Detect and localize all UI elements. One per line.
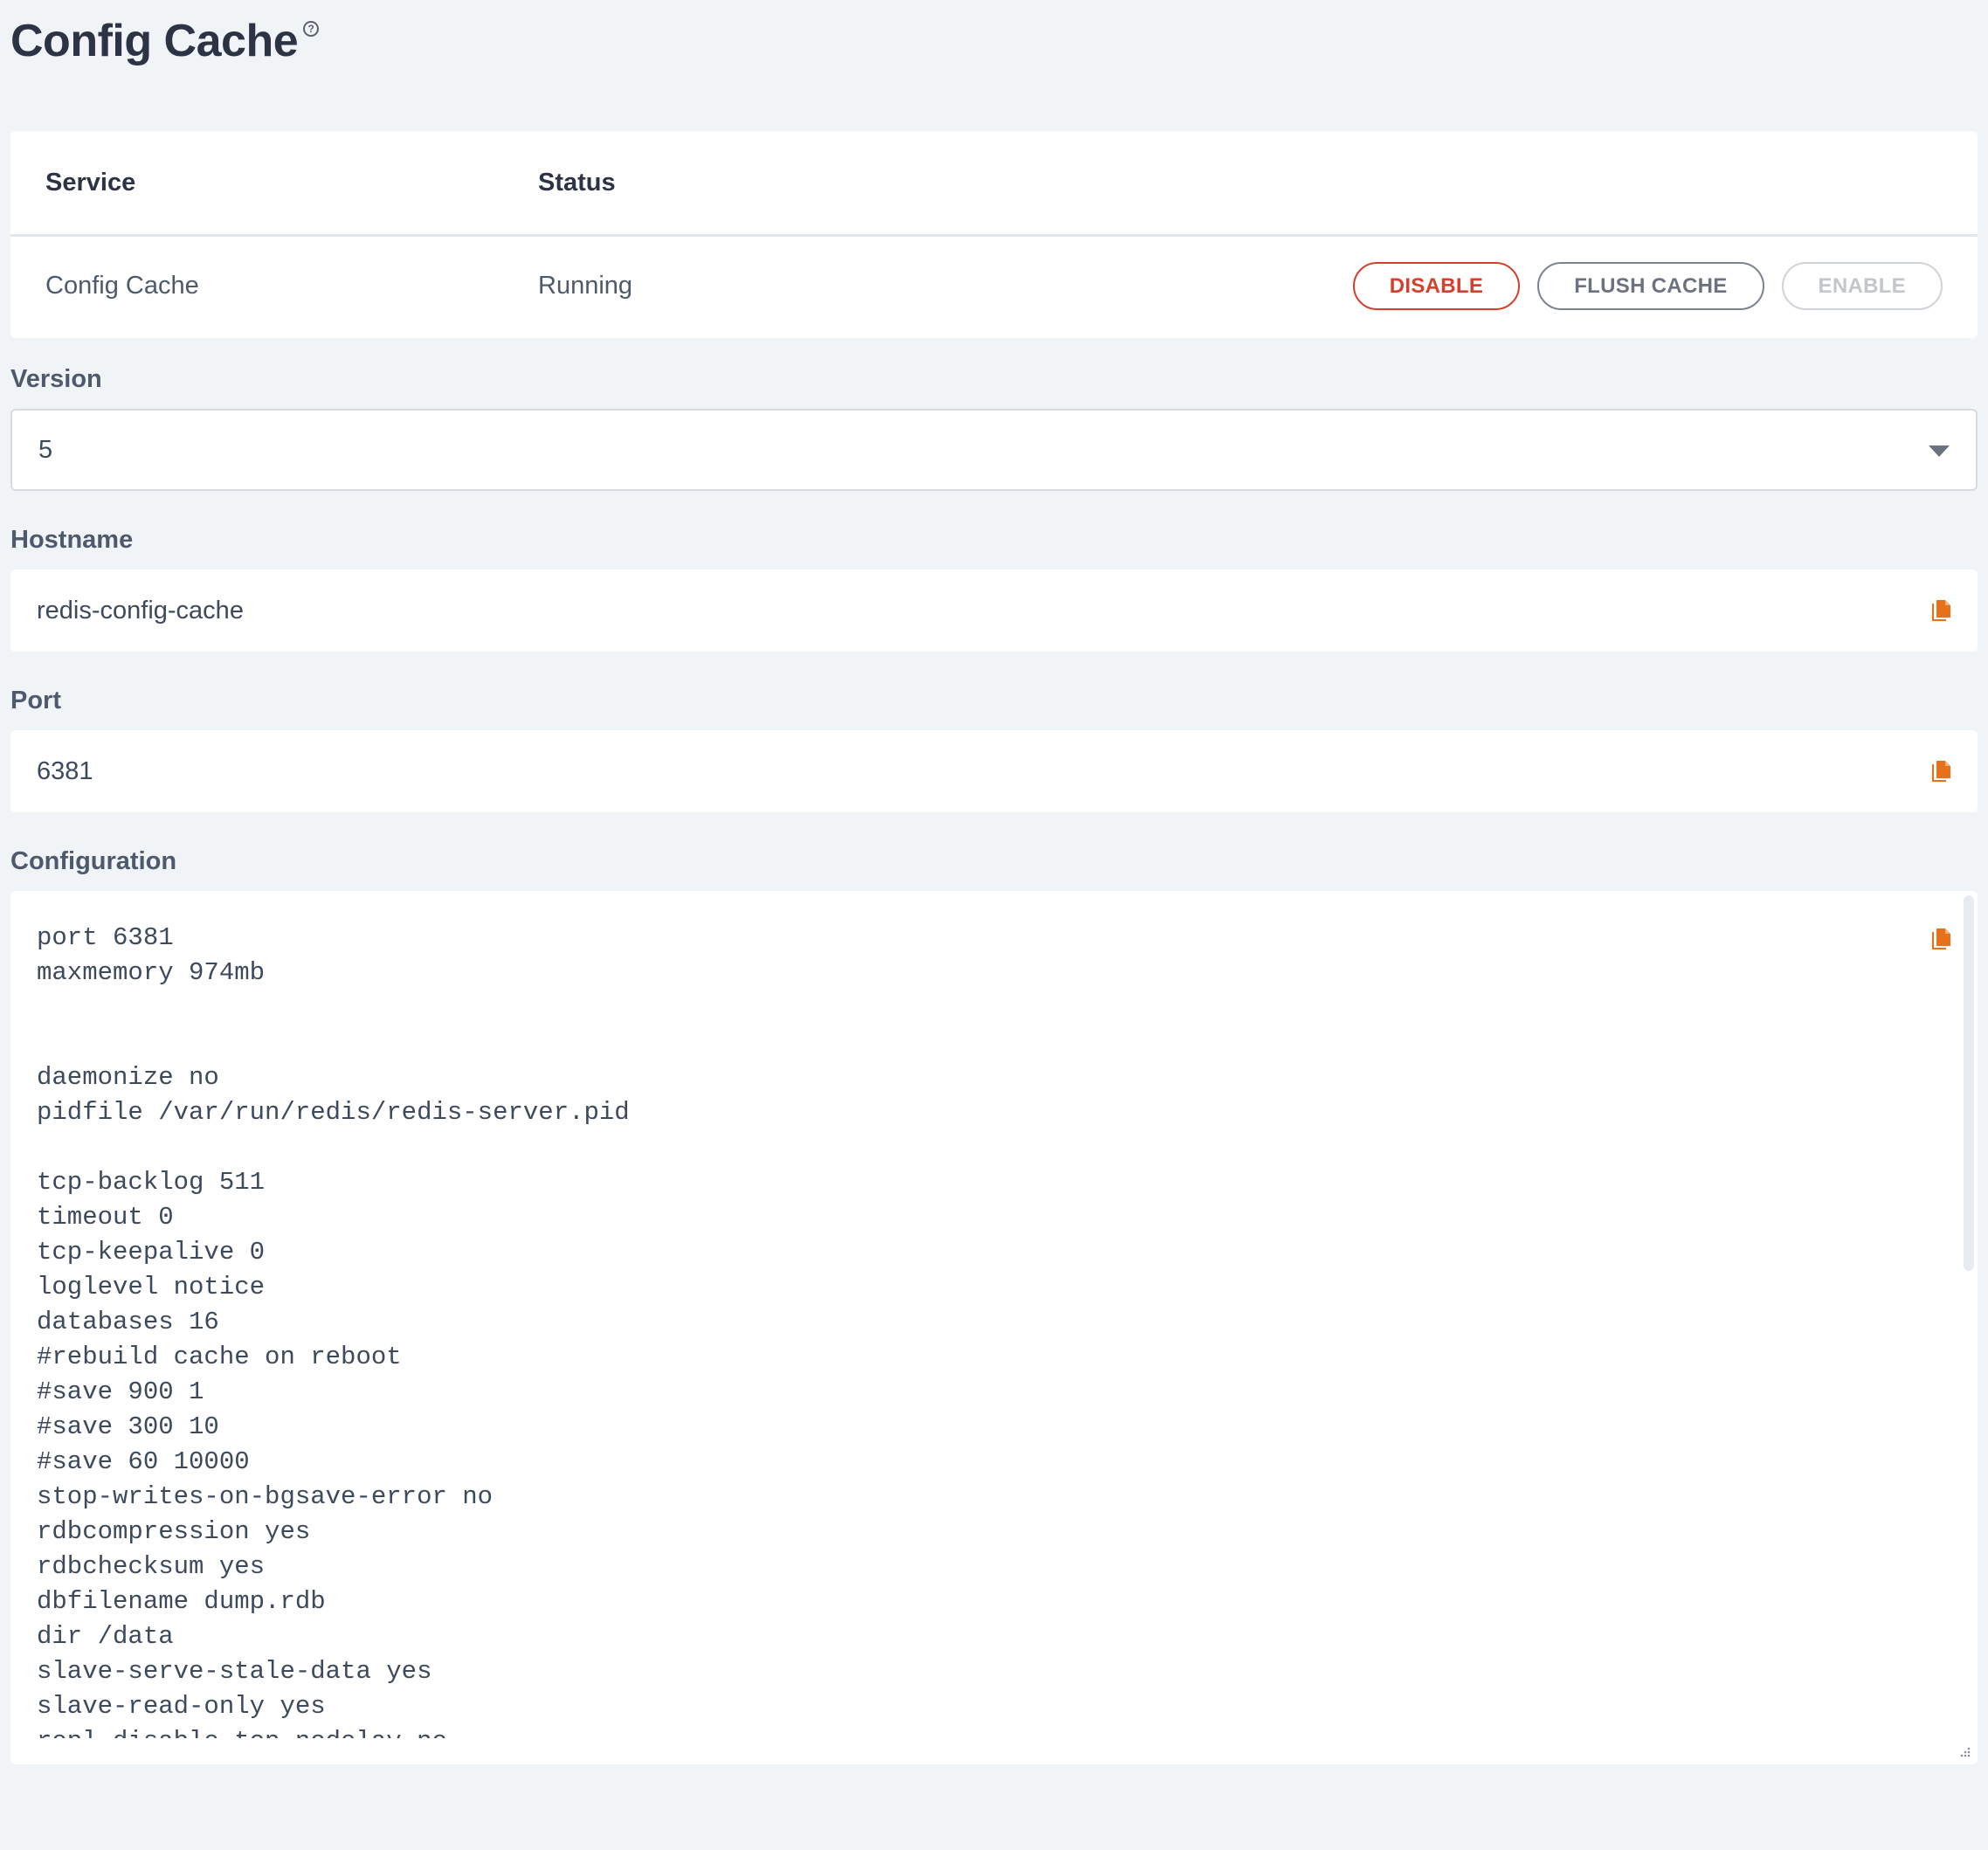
version-select[interactable]: 5 bbox=[10, 409, 1978, 491]
copy-icon[interactable] bbox=[1930, 927, 1953, 951]
port-label: Port bbox=[10, 687, 61, 714]
table-header: Service Status bbox=[10, 131, 1978, 237]
hostname-value: redis-config-cache bbox=[37, 596, 244, 625]
copy-icon[interactable] bbox=[1930, 598, 1953, 623]
column-header-service: Service bbox=[45, 168, 136, 197]
help-icon[interactable]: ? bbox=[303, 21, 320, 37]
port-value: 6381 bbox=[37, 756, 93, 785]
flush-cache-button[interactable]: FLUSH CACHE bbox=[1537, 262, 1764, 310]
configuration-label: Configuration bbox=[10, 847, 177, 875]
version-selected-value: 5 bbox=[38, 435, 53, 464]
port-field: 6381 bbox=[10, 730, 1978, 812]
table-row: Config Cache Running DISABLE FLUSH CACHE… bbox=[10, 237, 1978, 335]
version-label: Version bbox=[10, 365, 102, 393]
hostname-label: Hostname bbox=[10, 526, 134, 554]
row-actions: DISABLE FLUSH CACHE ENABLE bbox=[1352, 262, 1943, 310]
page-title: Config Cache bbox=[10, 16, 299, 66]
configuration-content[interactable]: port 6381 maxmemory 974mb daemonize no p… bbox=[37, 921, 1908, 1738]
service-status: Running bbox=[538, 272, 633, 300]
config-cache-page: Config Cache ? Service Status Config Cac… bbox=[0, 0, 1988, 1850]
scrollbar[interactable] bbox=[1964, 895, 1974, 1271]
configuration-textarea[interactable]: port 6381 maxmemory 974mb daemonize no p… bbox=[10, 891, 1978, 1764]
hostname-field: redis-config-cache bbox=[10, 569, 1978, 652]
copy-icon[interactable] bbox=[1930, 759, 1953, 783]
page-header: Config Cache ? bbox=[10, 0, 1978, 131]
column-header-status: Status bbox=[538, 168, 616, 197]
service-name: Config Cache bbox=[45, 272, 199, 300]
service-table: Service Status Config Cache Running DISA… bbox=[10, 131, 1978, 338]
disable-button[interactable]: DISABLE bbox=[1352, 262, 1521, 310]
enable-button: ENABLE bbox=[1781, 262, 1943, 310]
chevron-down-icon[interactable] bbox=[1929, 445, 1950, 457]
resize-handle-icon[interactable] bbox=[1958, 1745, 1971, 1757]
